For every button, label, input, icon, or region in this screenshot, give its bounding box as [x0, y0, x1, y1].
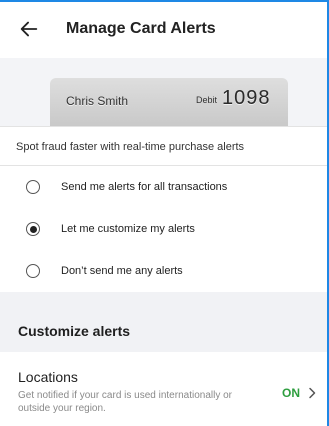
- radio-button[interactable]: [26, 264, 40, 278]
- option-customize[interactable]: Let me customize my alerts: [0, 209, 327, 252]
- option-label: Don’t send me any alerts: [61, 265, 183, 277]
- section-title: Customize alerts: [18, 323, 131, 339]
- radio-button-selected[interactable]: [26, 222, 40, 236]
- card-image: Chris Smith Debit 1098: [50, 78, 288, 126]
- radio-button[interactable]: [26, 180, 40, 194]
- locations-setting-row[interactable]: Locations Get notified if your card is u…: [0, 352, 327, 426]
- chevron-right-icon: [309, 387, 316, 399]
- locations-status: ON: [282, 386, 300, 400]
- card-type: Debit: [196, 95, 218, 105]
- arrow-left-icon[interactable]: [18, 18, 40, 40]
- locations-title: Locations: [18, 369, 78, 385]
- app-bar: Manage Card Alerts: [0, 2, 327, 59]
- card-last-four: 1098: [222, 87, 271, 109]
- locations-subtitle: Get notified if your card is used intern…: [18, 390, 232, 414]
- section-header: Customize alerts: [0, 292, 327, 352]
- option-no-alerts[interactable]: Don’t send me any alerts: [0, 251, 327, 294]
- option-all-transactions[interactable]: Send me alerts for all transactions: [0, 167, 327, 210]
- card-holder-name: Chris Smith: [66, 94, 129, 108]
- intro-text: Spot fraud faster with real-time purchas…: [0, 126, 327, 166]
- option-label: Send me alerts for all transactions: [61, 181, 228, 193]
- page-title: Manage Card Alerts: [66, 20, 216, 37]
- option-label: Let me customize my alerts: [61, 223, 195, 235]
